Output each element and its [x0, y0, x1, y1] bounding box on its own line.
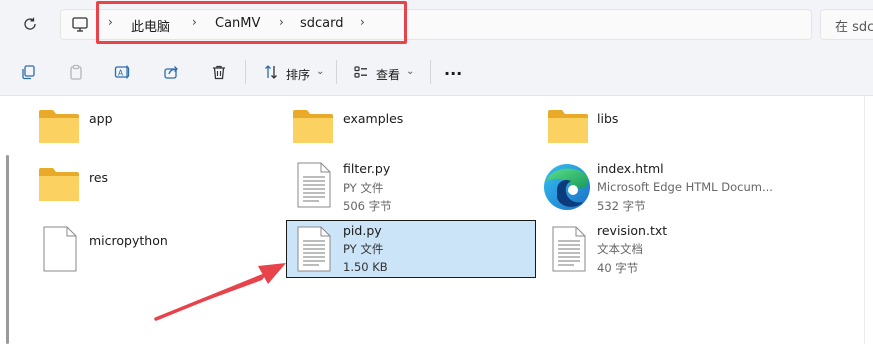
- annotation-arrow: [154, 263, 286, 321]
